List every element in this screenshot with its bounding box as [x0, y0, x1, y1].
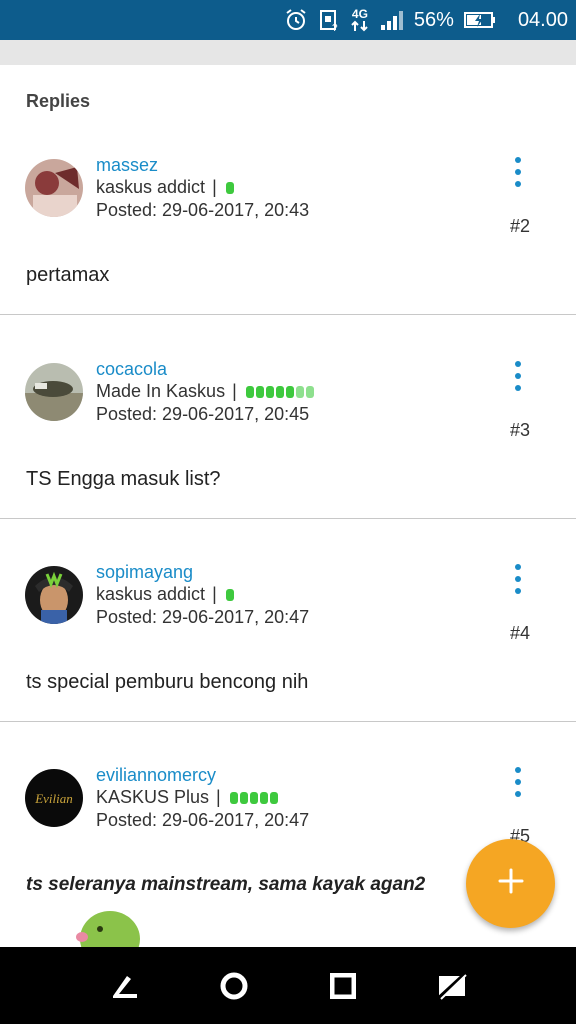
username[interactable]: massez: [96, 155, 158, 176]
reply-post: sopimayang kaskus addict | Posted: 29-06…: [0, 519, 576, 722]
username[interactable]: cocacola: [96, 359, 167, 380]
svg-text:Evilian: Evilian: [34, 791, 73, 806]
reply-post: cocacola Made In Kaskus | Posted: 29-06-…: [0, 316, 576, 519]
rank-label: kaskus addict: [96, 584, 206, 604]
reputation-bar: [225, 588, 234, 601]
rank-label: kaskus addict: [96, 177, 206, 197]
screenshot-off-icon[interactable]: [432, 966, 472, 1006]
more-options-icon[interactable]: [510, 564, 526, 594]
reply-post: massez kaskus addict | Posted: 29-06-201…: [0, 112, 576, 315]
username[interactable]: eviliannomercy: [96, 765, 216, 786]
post-body: ts seleranya mainstream, sama kayak agan…: [26, 874, 426, 895]
reputation-bar: [225, 181, 234, 194]
post-date: Posted: 29-06-2017, 20:43: [96, 200, 310, 220]
rank-separator: |: [212, 584, 217, 604]
signal-icon: [380, 9, 404, 31]
post-number: #3: [509, 420, 530, 440]
recents-icon[interactable]: [323, 966, 363, 1006]
post-body: ts special pemburu bencong nih: [26, 671, 309, 693]
back-icon[interactable]: [105, 966, 145, 1006]
username[interactable]: sopimayang: [96, 562, 193, 583]
post-number: #2: [509, 216, 530, 236]
app-toolbar-strip: [0, 40, 576, 65]
network-type: 4G: [351, 7, 368, 21]
reputation-bar: [245, 385, 314, 398]
battery-charging-icon: [463, 11, 496, 29]
avatar[interactable]: Evilian: [25, 769, 83, 827]
svg-text:?: ?: [332, 23, 338, 32]
sim-icon: ?: [318, 8, 340, 32]
emoticon-image: [72, 907, 144, 947]
rank-separator: |: [212, 177, 217, 197]
avatar[interactable]: [25, 159, 83, 217]
system-nav-bar: [0, 947, 576, 1024]
post-date: Posted: 29-06-2017, 20:47: [96, 607, 310, 627]
reputation-bar: [229, 791, 278, 804]
home-icon[interactable]: [214, 966, 254, 1006]
user-rank: kaskus addict |: [96, 177, 234, 198]
post-date: Posted: 29-06-2017, 20:47: [96, 810, 310, 830]
user-rank: Made In Kaskus |: [96, 381, 314, 402]
avatar[interactable]: [25, 566, 83, 624]
post-number: #4: [509, 623, 530, 643]
more-options-icon[interactable]: [510, 767, 526, 797]
network-4g-icon: 4G: [350, 8, 370, 32]
alarm-icon: [284, 8, 308, 32]
add-reply-button[interactable]: [466, 839, 555, 928]
post-body: pertamax: [26, 264, 110, 286]
user-rank: KASKUS Plus |: [96, 787, 278, 808]
post-date: Posted: 29-06-2017, 20:45: [96, 404, 310, 424]
replies-list[interactable]: Replies massez kaskus addict | Posted: 2…: [0, 65, 576, 947]
post-body: TS Engga masuk list?: [26, 468, 221, 490]
plus-icon: [497, 867, 525, 900]
rank-label: KASKUS Plus: [96, 787, 210, 807]
status-bar: ? 4G 56% 04.00: [0, 0, 576, 40]
user-rank: kaskus addict |: [96, 584, 234, 605]
rank-separator: |: [216, 787, 221, 807]
avatar[interactable]: [25, 363, 83, 421]
battery-percent: 56%: [413, 8, 454, 31]
more-options-icon[interactable]: [510, 361, 526, 391]
more-options-icon[interactable]: [510, 157, 526, 187]
replies-heading: Replies: [26, 91, 91, 111]
rank-separator: |: [232, 381, 237, 401]
rank-label: Made In Kaskus: [96, 381, 226, 401]
clock: 04.00: [517, 8, 568, 31]
